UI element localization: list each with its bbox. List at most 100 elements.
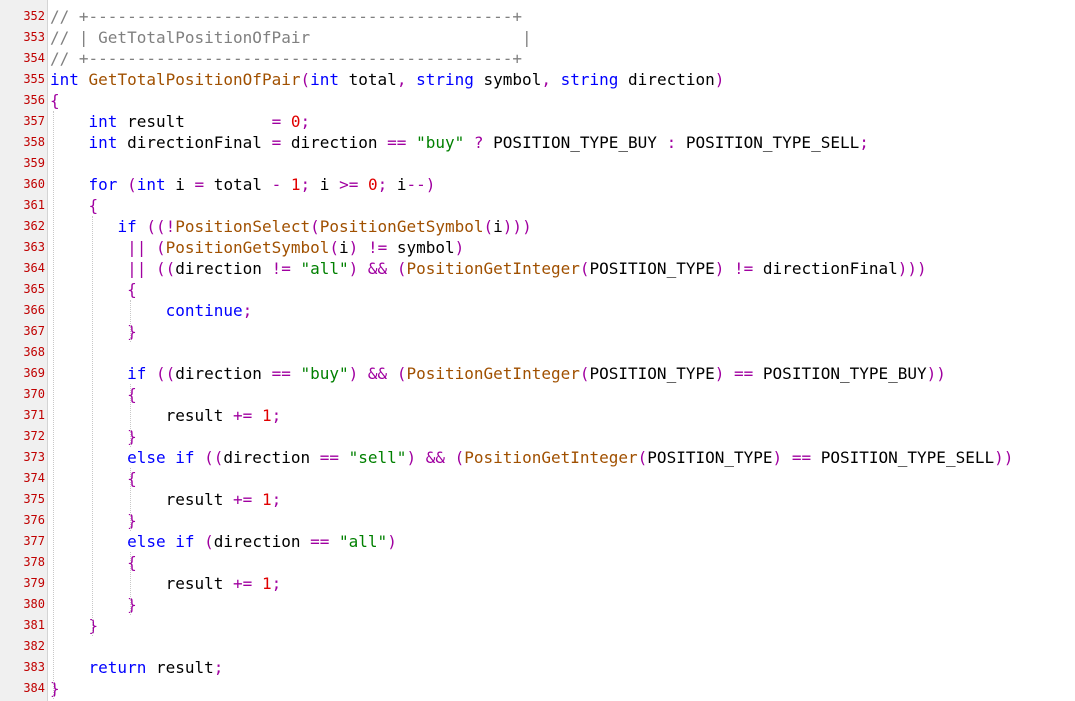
code-token-operator: ; bbox=[300, 175, 311, 194]
code-token-operator: == bbox=[791, 448, 812, 467]
code-token-operator: ; bbox=[271, 574, 282, 593]
code-area[interactable]: 352 // +---------------------------------… bbox=[0, 6, 1075, 699]
line-number: 357 bbox=[23, 114, 45, 128]
code-line[interactable]: 371 result += 1; bbox=[0, 405, 1075, 426]
code-token-operator: ))) bbox=[897, 259, 927, 278]
code-line[interactable]: 368 bbox=[0, 342, 1075, 363]
code-line[interactable]: 379 result += 1; bbox=[0, 573, 1075, 594]
code-token-operator: == bbox=[319, 448, 339, 467]
code-token-operator: ( bbox=[329, 238, 340, 257]
line-number: 366 bbox=[23, 303, 45, 317]
code-text: result += 1; bbox=[50, 573, 282, 594]
line-number: 382 bbox=[23, 639, 45, 653]
code-token-constant: POSITION_TYPE bbox=[589, 259, 715, 278]
code-token-operator: ; bbox=[859, 133, 869, 152]
code-token-number: 1 bbox=[261, 406, 272, 425]
code-line[interactable]: 366 continue; bbox=[0, 300, 1075, 321]
code-line[interactable]: 355 int GetTotalPositionOfPair(int total,… bbox=[0, 69, 1075, 90]
code-token-operator: { bbox=[50, 91, 60, 110]
code-line[interactable]: 377 else if (direction == "all") bbox=[0, 531, 1075, 552]
indent-guide bbox=[53, 111, 54, 699]
code-token-operator: , bbox=[396, 70, 407, 89]
code-line[interactable]: 352 // +---------------------------------… bbox=[0, 6, 1075, 27]
code-token-operator: ( bbox=[155, 238, 166, 257]
code-text: int directionFinal = direction == "buy" … bbox=[50, 132, 869, 153]
code-token-operator: (( bbox=[204, 448, 224, 467]
code-token-operator: == bbox=[734, 364, 754, 383]
code-line[interactable]: 358 int directionFinal = direction == "b… bbox=[0, 132, 1075, 153]
code-line[interactable]: 356 { bbox=[0, 90, 1075, 111]
code-line[interactable]: 364 || ((direction != "all") && (Positio… bbox=[0, 258, 1075, 279]
code-token-operator: { bbox=[127, 385, 137, 404]
code-line[interactable]: 362 if ((!PositionSelect(PositionGetSymb… bbox=[0, 216, 1075, 237]
code-line[interactable]: 373 else if ((direction == "sell") && (P… bbox=[0, 447, 1075, 468]
code-token-operator: && bbox=[425, 448, 445, 467]
code-token-operator: == bbox=[387, 133, 407, 152]
code-line[interactable]: 370 { bbox=[0, 384, 1075, 405]
code-token-operator: ) bbox=[387, 532, 397, 551]
line-number: 377 bbox=[23, 534, 45, 548]
code-token-plain: result bbox=[50, 574, 234, 593]
code-line[interactable]: 361 { bbox=[0, 195, 1075, 216]
code-line[interactable]: 354 // +---------------------------------… bbox=[0, 48, 1075, 69]
code-line[interactable]: 378 { bbox=[0, 552, 1075, 573]
code-token-operator: } bbox=[127, 511, 137, 530]
code-line[interactable]: 376 } bbox=[0, 510, 1075, 531]
code-text: } bbox=[50, 678, 60, 699]
code-line[interactable]: 360 for (int i = total - 1; i >= 0; i--) bbox=[0, 174, 1075, 195]
code-line[interactable]: 381 } bbox=[0, 615, 1075, 636]
code-text: int GetTotalPositionOfPair(int total, st… bbox=[50, 69, 724, 90]
code-token-operator: >= bbox=[339, 175, 359, 194]
code-token-operator: ; bbox=[213, 658, 224, 677]
code-token-operator: (( bbox=[155, 259, 176, 278]
code-line[interactable]: 363 || (PositionGetSymbol(i) != symbol) bbox=[0, 237, 1075, 258]
code-text: { bbox=[50, 384, 137, 405]
code-token-type: int bbox=[136, 175, 166, 194]
code-line[interactable]: 372 } bbox=[0, 426, 1075, 447]
code-line[interactable]: 375 result += 1; bbox=[0, 489, 1075, 510]
code-token-operator: ) bbox=[772, 448, 783, 467]
code-line[interactable]: 357 int result = 0; bbox=[0, 111, 1075, 132]
code-token-plain: result bbox=[117, 112, 272, 131]
line-number: 383 bbox=[23, 660, 45, 674]
code-line[interactable]: 369 if ((direction == "buy") && (Positio… bbox=[0, 363, 1075, 384]
code-line[interactable]: 384} bbox=[0, 678, 1075, 699]
code-line[interactable]: 374 { bbox=[0, 468, 1075, 489]
code-token-operator: (( bbox=[155, 364, 176, 383]
code-token-keyword: if bbox=[175, 532, 195, 551]
code-token-operator: )) bbox=[994, 448, 1014, 467]
code-line[interactable]: 365 { bbox=[0, 279, 1075, 300]
code-line[interactable]: 380 } bbox=[0, 594, 1075, 615]
code-token-plain: i bbox=[387, 175, 407, 194]
indent-guide bbox=[130, 300, 132, 342]
line-number: 362 bbox=[23, 219, 45, 233]
code-token-function: PositionGetInteger bbox=[406, 259, 580, 278]
code-line[interactable]: 382 bbox=[0, 636, 1075, 657]
code-text: int result = 0; bbox=[50, 111, 311, 132]
code-token-operator: { bbox=[127, 469, 137, 488]
code-editor[interactable]: 352 // +---------------------------------… bbox=[0, 0, 1075, 701]
code-text: if ((!PositionSelect(PositionGetSymbol(i… bbox=[50, 216, 531, 237]
indent-guide bbox=[130, 552, 132, 615]
code-line[interactable]: 383 return result; bbox=[0, 657, 1075, 678]
code-token-operator: != bbox=[271, 259, 291, 278]
code-line[interactable]: 359 bbox=[0, 153, 1075, 174]
code-token-plain: result bbox=[50, 406, 234, 425]
line-number: 371 bbox=[23, 408, 45, 422]
line-number: 376 bbox=[23, 513, 45, 527]
code-line[interactable]: 353 // | GetTotalPositionOfPair | bbox=[0, 27, 1075, 48]
code-line[interactable]: 367 } bbox=[0, 321, 1075, 342]
code-token-comment: // | GetTotalPositionOfPair | bbox=[50, 28, 532, 47]
